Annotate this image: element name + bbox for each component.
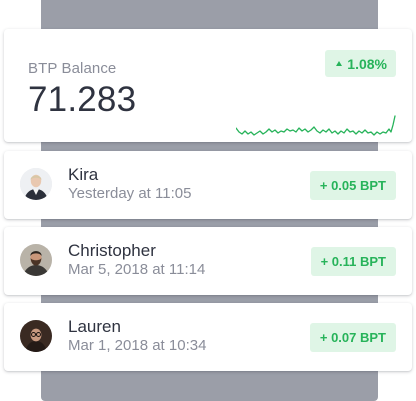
contact-name: Lauren <box>68 317 121 336</box>
balance-change-value: 1.08% <box>347 55 387 72</box>
person-avatar-icon <box>20 168 52 200</box>
avatar <box>20 244 52 276</box>
transaction-date: Mar 1, 2018 at 10:34 <box>68 337 207 354</box>
amount-badge: + 0.11 BPT <box>310 247 396 276</box>
transaction-card[interactable]: Lauren Mar 1, 2018 at 10:34 + 0.07 BPT <box>4 303 412 371</box>
transaction-date: Yesterday at 11:05 <box>68 185 192 202</box>
transaction-card[interactable]: Kira Yesterday at 11:05 + 0.05 BPT <box>4 151 412 219</box>
contact-name: Christopher <box>68 241 156 260</box>
arrow-up-icon <box>336 60 343 66</box>
sparkline-chart <box>236 115 396 136</box>
avatar <box>20 320 52 352</box>
person-avatar-icon <box>20 320 52 352</box>
balance-change-badge: 1.08% <box>325 50 396 77</box>
amount-badge: + 0.07 BPT <box>309 323 396 352</box>
transaction-date: Mar 5, 2018 at 11:14 <box>68 261 206 278</box>
transaction-card[interactable]: Christopher Mar 5, 2018 at 11:14 + 0.11 … <box>4 227 412 295</box>
contact-name: Kira <box>68 165 99 184</box>
person-avatar-icon <box>20 244 52 276</box>
balance-card[interactable]: BTP Balance 71.283 1.08% <box>4 29 412 142</box>
balance-value: 71.283 <box>28 80 137 119</box>
balance-label: BTP Balance <box>28 60 117 77</box>
amount-badge: + 0.05 BPT <box>309 171 396 200</box>
wallet-screen: BTP Balance 71.283 1.08% Kira Yesterday … <box>0 0 416 401</box>
avatar <box>20 168 52 200</box>
